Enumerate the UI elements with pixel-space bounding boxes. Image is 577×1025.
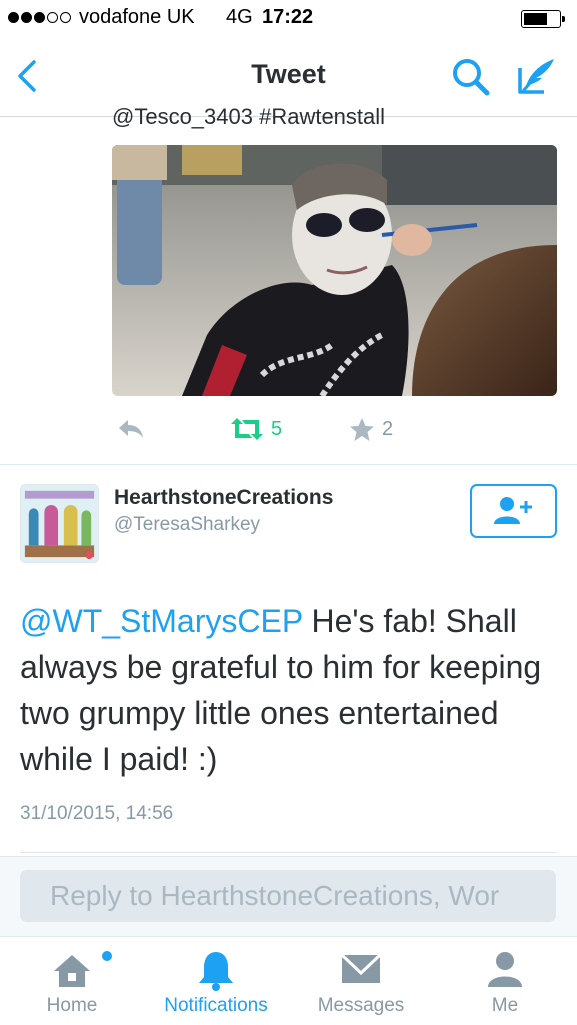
- previous-tweet-actions: 5 2: [0, 410, 577, 450]
- previous-tweet-text: @Tesco_3403 #Rawtenstall: [112, 104, 386, 129]
- tab-label: Home: [46, 995, 98, 1016]
- network-type: 4G: [226, 6, 253, 28]
- notification-dot: [102, 951, 112, 961]
- add-user-icon: [494, 497, 532, 524]
- status-bar: vodafone UK 4G 17:22: [0, 0, 577, 38]
- divider: [20, 852, 557, 853]
- search-icon[interactable]: [450, 56, 492, 98]
- carrier-name: vodafone UK: [79, 6, 195, 28]
- person-icon: [488, 952, 522, 987]
- home-icon: [54, 955, 90, 987]
- compose-icon[interactable]: [514, 54, 558, 98]
- like-count: 2: [382, 418, 394, 440]
- retweet-icon[interactable]: [229, 416, 265, 442]
- tab-label: Me: [491, 995, 519, 1016]
- battery-icon: [521, 10, 565, 28]
- tab-bar: Home Notifications Messages Me: [0, 936, 577, 1025]
- tab-home[interactable]: Home: [10, 937, 134, 1025]
- signal-strength-icon: [8, 12, 71, 23]
- avatar[interactable]: [20, 484, 99, 563]
- tab-me[interactable]: Me: [450, 937, 560, 1025]
- follow-button[interactable]: [470, 484, 557, 538]
- tab-messages[interactable]: Messages: [298, 937, 424, 1025]
- tweet-timestamp: 31/10/2015, 14:56: [20, 803, 174, 824]
- reply-icon[interactable]: [116, 416, 146, 442]
- tab-notifications[interactable]: Notifications: [150, 937, 282, 1025]
- retweet-count: 5: [271, 418, 283, 440]
- display-name[interactable]: HearthstoneCreations: [114, 486, 333, 510]
- reply-bar: [0, 856, 577, 937]
- divider: [0, 464, 577, 465]
- reply-input[interactable]: [20, 870, 556, 922]
- bell-icon: [199, 952, 233, 991]
- mention-link[interactable]: @WT_StMarysCEP: [20, 603, 303, 639]
- status-time: 17:22: [262, 6, 314, 28]
- user-handle[interactable]: @TeresaSharkey: [114, 514, 260, 536]
- star-icon[interactable]: [348, 416, 376, 444]
- envelope-icon: [340, 953, 382, 983]
- tab-label: Notifications: [164, 995, 268, 1016]
- tab-label: Messages: [317, 995, 405, 1016]
- tweet-text: @WT_StMarysCEP He's fab! Shall always be…: [20, 598, 560, 782]
- tweet-photo[interactable]: [112, 145, 557, 396]
